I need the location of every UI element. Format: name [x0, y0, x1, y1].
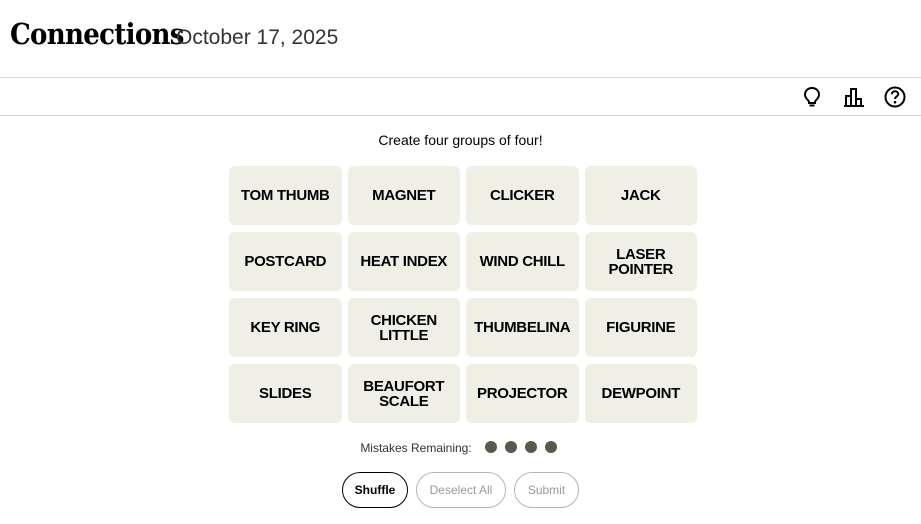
word-tile[interactable]: CHICKEN LITTLE: [347, 298, 460, 357]
word-tile[interactable]: WIND CHILL: [466, 232, 579, 291]
word-tile[interactable]: BEAUFORT SCALE: [347, 364, 460, 423]
mistake-dot: [504, 440, 517, 453]
bar-chart-icon[interactable]: [843, 86, 865, 108]
word-tile[interactable]: JACK: [584, 166, 697, 225]
word-tile[interactable]: HEAT INDEX: [347, 232, 460, 291]
mistake-dot: [544, 440, 557, 453]
word-tile[interactable]: KEY RING: [229, 298, 342, 357]
word-tile[interactable]: DEWPOINT: [584, 364, 697, 423]
word-tile[interactable]: MAGNET: [347, 166, 460, 225]
word-grid: TOM THUMB MAGNET CLICKER JACK POSTCARD H…: [229, 166, 697, 423]
submit-button[interactable]: Submit: [514, 472, 579, 508]
page-title: Connections: [10, 17, 184, 51]
mistake-dot: [524, 440, 537, 453]
mistake-dot: [484, 440, 497, 453]
word-tile[interactable]: SLIDES: [229, 364, 342, 423]
mistake-dots: [481, 440, 561, 456]
header: Connections October 17, 2025: [0, 0, 921, 78]
word-tile[interactable]: POSTCARD: [229, 232, 342, 291]
instructions: Create four groups of four!: [378, 132, 543, 148]
shuffle-button[interactable]: Shuffle: [342, 472, 408, 508]
word-tile[interactable]: LASER POINTER: [584, 232, 697, 291]
deselect-all-button[interactable]: Deselect All: [416, 472, 506, 508]
help-icon[interactable]: [884, 86, 906, 108]
mistakes-remaining: Mistakes Remaining:: [0, 438, 921, 458]
word-tile[interactable]: CLICKER: [466, 166, 579, 225]
lightbulb-icon[interactable]: [801, 86, 823, 108]
word-tile[interactable]: PROJECTOR: [466, 364, 579, 423]
puzzle-date: October 17, 2025: [176, 26, 339, 49]
action-buttons: Shuffle Deselect All Submit: [0, 472, 921, 508]
word-tile[interactable]: FIGURINE: [584, 298, 697, 357]
word-tile[interactable]: TOM THUMB: [229, 166, 342, 225]
toolbar: [0, 78, 921, 116]
mistakes-label: Mistakes Remaining:: [360, 441, 472, 455]
word-tile[interactable]: THUMBELINA: [466, 298, 579, 357]
